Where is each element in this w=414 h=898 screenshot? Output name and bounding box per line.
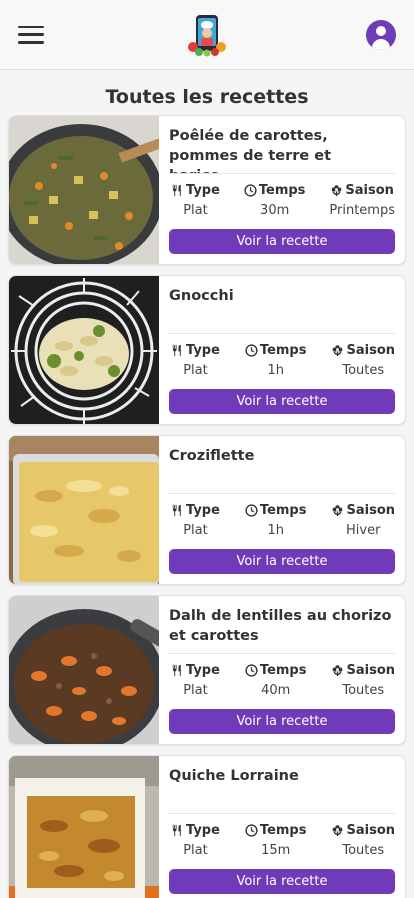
clock-icon [245,824,258,837]
recipe-photo[interactable] [9,756,159,898]
recipe-info: Poêlée de carottes, pommes de terre et h… [159,116,405,264]
clock-icon [245,664,258,677]
time-label: Temps [259,343,307,358]
fork-knife-icon [172,664,181,677]
type-value: Plat [183,363,208,378]
season-label: Saison [346,503,395,518]
recipe-card: Quiche Lorraine Type Plat Temps 15m Saison… [8,755,406,898]
fork-knife-icon [172,824,181,837]
recipe-card: Poêlée de carottes, pommes de terre et h… [8,115,406,265]
chef-phone-logo-icon[interactable] [187,13,227,57]
view-recipe-button[interactable]: Voir la recette [169,389,395,414]
type-value: Plat [183,203,208,218]
recipe-name: Quiche Lorraine [169,768,299,784]
recipe-meta: Type Plat Temps 40m Saison Toutes [169,663,395,698]
recipe-card: Croziflette Type Plat Temps 1h Saison Hiver… [8,435,406,585]
clock-icon [245,504,258,517]
divider [169,653,395,654]
type-label: Type [186,503,220,518]
time-label: Temps [259,663,307,678]
app-header [0,0,414,70]
page-title: Toutes les recettes [105,86,309,108]
clock-icon [245,344,258,357]
recipe-info: Gnocchi Type Plat Temps 1h Saison Toutes Vo… [159,276,405,424]
flower-icon [333,825,343,837]
recipe-card: Gnocchi Type Plat Temps 1h Saison Toutes Vo… [8,275,406,425]
recipe-photo[interactable] [9,436,159,585]
season-value: Toutes [342,683,385,698]
recipe-info: Croziflette Type Plat Temps 1h Saison Hiver… [159,436,405,584]
clock-icon [244,184,257,197]
season-label: Saison [346,663,395,678]
recipe-photo[interactable] [9,596,159,745]
type-label: Type [186,663,220,678]
recipe-card: Dalh de lentilles au chorizo et carottes… [8,595,406,745]
divider [169,493,395,494]
type-value: Plat [183,683,208,698]
flower-icon [332,185,342,197]
recipe-photo[interactable] [9,116,159,265]
recipe-name: Dalh de lentilles au chorizo et carottes [169,608,392,644]
recipe-name: Croziflette [169,448,255,464]
season-label: Saison [345,183,394,198]
divider [169,173,395,174]
flower-icon [333,505,343,517]
user-profile-icon[interactable] [366,19,396,50]
view-recipe-button[interactable]: Voir la recette [169,549,395,574]
recipe-info: Quiche Lorraine Type Plat Temps 15m Saison… [159,756,405,898]
season-value: Hiver [346,523,381,538]
time-value: 40m [261,683,291,698]
time-label: Temps [259,503,307,518]
time-value: 1h [267,363,284,378]
recipe-meta: Type Plat Temps 1h Saison Toutes [169,343,395,378]
season-value: Printemps [329,203,395,218]
hamburger-menu-icon[interactable] [18,25,44,44]
season-value: Toutes [342,843,385,858]
time-label: Temps [259,823,307,838]
divider [169,333,395,334]
fork-knife-icon [172,504,181,517]
time-label: Temps [258,183,306,198]
type-label: Type [186,183,220,198]
time-value: 1h [267,523,284,538]
view-recipe-button[interactable]: Voir la recette [169,229,395,254]
type-label: Type [186,343,220,358]
type-label: Type [186,823,220,838]
season-label: Saison [346,823,395,838]
recipe-list: Poêlée de carottes, pommes de terre et h… [0,115,414,898]
view-recipe-button[interactable]: Voir la recette [169,869,395,894]
view-recipe-button[interactable]: Voir la recette [169,709,395,734]
type-value: Plat [183,523,208,538]
recipe-photo[interactable] [9,276,159,425]
recipe-name: Gnocchi [169,288,234,304]
fork-knife-icon [172,344,181,357]
divider [169,813,395,814]
flower-icon [333,345,343,357]
season-label: Saison [346,343,395,358]
season-value: Toutes [342,363,385,378]
recipe-name: Poêlée de carottes, pommes de terre et h… [169,128,332,173]
fork-knife-icon [172,184,181,197]
time-value: 30m [260,203,290,218]
recipe-meta: Type Plat Temps 15m Saison Toutes [169,823,395,858]
time-value: 15m [261,843,291,858]
type-value: Plat [183,843,208,858]
recipe-meta: Type Plat Temps 30m Saison Printemps [169,183,395,218]
flower-icon [333,665,343,677]
recipe-info: Dalh de lentilles au chorizo et carottes… [159,596,405,744]
recipe-meta: Type Plat Temps 1h Saison Hiver [169,503,395,538]
